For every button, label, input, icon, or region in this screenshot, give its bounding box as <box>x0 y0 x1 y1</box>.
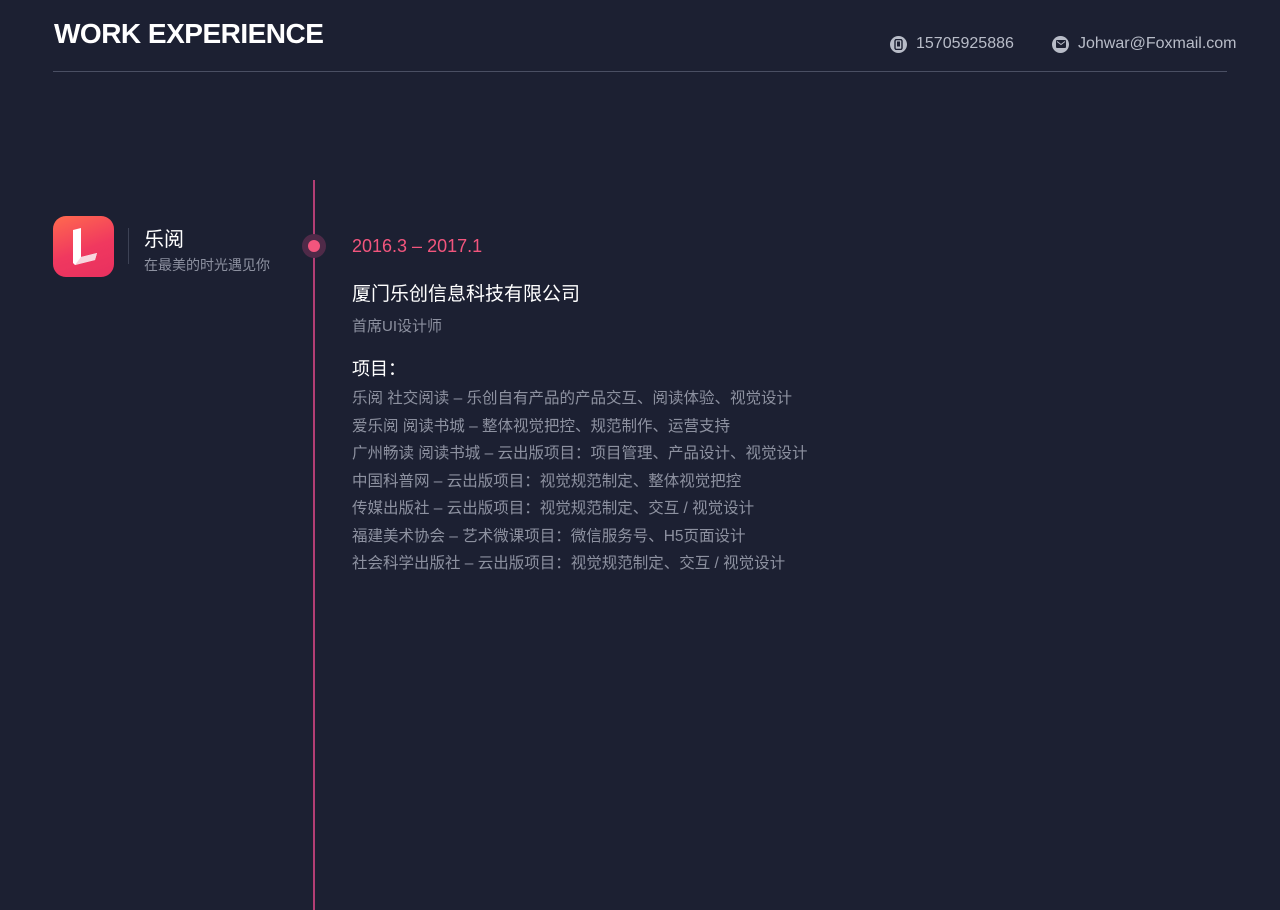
app-divider <box>128 228 129 264</box>
book-l-logo-icon <box>53 216 114 277</box>
page-title: WORK EXPERIENCE <box>54 18 324 49</box>
company-name: 厦门乐创信息科技有限公司 <box>352 284 581 305</box>
project-item: 中国科普网 – 云出版项目：视觉规范制定、整体视觉把控 <box>352 472 742 490</box>
project-item: 乐阅 社交阅读 – 乐创自有产品的产品交互、阅读体验、视觉设计 <box>352 390 793 407</box>
job-title: 首席UI设计师 <box>352 318 443 335</box>
project-item: 广州畅读 阅读书城 – 云出版项目：项目管理、产品设计、视觉设计 <box>352 445 808 462</box>
project-item: 传媒出版社 – 云出版项目：视觉规范制定、交互 / 视觉设计 <box>352 500 755 517</box>
project-list: 乐阅 社交阅读 – 乐创自有产品的产品交互、阅读体验、视觉设计 爱乐阅 阅读书城… <box>352 388 808 581</box>
contact-phone: 15705925886 <box>890 34 1014 54</box>
phone-icon <box>890 35 907 53</box>
project-item: 福建美术协会 – 艺术微课项目：微信服务号、H5页面设计 <box>352 527 746 545</box>
mail-icon <box>1052 35 1069 53</box>
email-address: Johwar@Foxmail.com <box>1078 35 1237 52</box>
app-name: 乐阅 <box>144 229 184 251</box>
timeline-line <box>313 180 315 910</box>
contact-email: Johwar@Foxmail.com <box>1052 34 1237 54</box>
phone-number: 15705925886 <box>916 35 1014 52</box>
projects-heading: 项目： <box>352 359 406 379</box>
work-period: 2016.3 – 2017.1 <box>352 236 483 256</box>
project-item: 社会科学出版社 – 云出版项目：视觉规范制定、交互 / 视觉设计 <box>352 555 786 572</box>
project-item: 爱乐阅 阅读书城 – 整体视觉把控、规范制作、运营支持 <box>352 417 731 435</box>
timeline-dot-center <box>308 240 320 252</box>
timeline-dot <box>302 234 326 258</box>
app-slogan: 在最美的时光遇见你 <box>144 257 270 273</box>
header-divider <box>53 71 1227 72</box>
resume-page: WORK EXPERIENCE 15705925886 Johwar@Foxma… <box>0 0 1280 910</box>
